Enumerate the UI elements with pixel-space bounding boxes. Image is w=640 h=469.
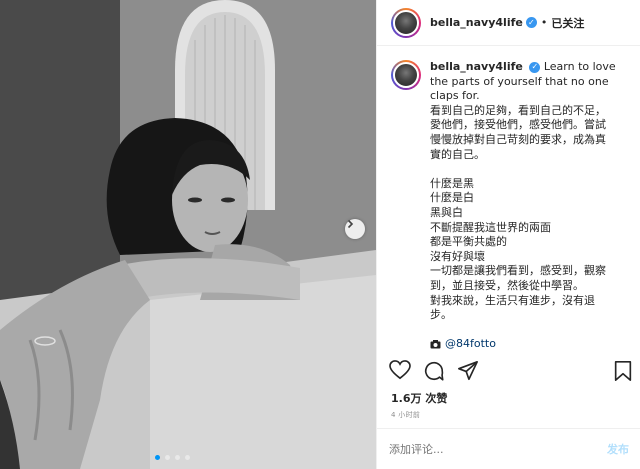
follow-status-button[interactable]: 已关注 bbox=[551, 15, 584, 31]
bookmark-icon[interactable] bbox=[613, 360, 633, 382]
caption-username[interactable]: bella_navy4life bbox=[430, 60, 523, 73]
caption: bella_navy4life ✓ Learn to love the part… bbox=[391, 60, 631, 350]
caption-avatar[interactable] bbox=[391, 60, 421, 90]
verified-badge-icon: ✓ bbox=[525, 17, 537, 28]
share-icon[interactable] bbox=[457, 360, 479, 382]
caption-line: 什麼是黑 bbox=[430, 176, 474, 190]
caption-line: 黑與白 bbox=[430, 205, 463, 219]
comment-input[interactable] bbox=[389, 442, 607, 456]
caption-line: 步。 bbox=[430, 308, 452, 322]
separator: • bbox=[540, 16, 548, 29]
caption-line: 實的自己。 bbox=[430, 147, 485, 161]
photo-credit: @84fotto bbox=[430, 337, 630, 350]
photo-illustration bbox=[0, 0, 376, 469]
action-bar bbox=[387, 360, 637, 386]
camera-icon bbox=[430, 339, 441, 349]
header-username[interactable]: bella_navy4life bbox=[430, 16, 523, 29]
caption-line: 什麼是白 bbox=[430, 191, 474, 205]
caption-line: 一切都是讓我們看到，感受到，觀察 bbox=[430, 264, 606, 278]
post-photo[interactable] bbox=[0, 0, 376, 469]
heart-icon[interactable] bbox=[389, 360, 411, 380]
carousel-dots bbox=[155, 455, 190, 460]
caption-line: 對我來說，生活只有進步，沒有退 bbox=[430, 293, 595, 307]
next-photo-button[interactable] bbox=[345, 219, 365, 239]
chevron-right-icon bbox=[347, 219, 354, 229]
carousel-dot bbox=[175, 455, 180, 460]
caption-line: 都是平衡共處的 bbox=[430, 235, 507, 249]
avatar[interactable] bbox=[391, 7, 421, 38]
carousel-dot bbox=[165, 455, 170, 460]
post-header: bella_navy4life ✓ • 已关注 bbox=[377, 0, 640, 46]
post-timestamp[interactable]: 4 小时前 bbox=[391, 410, 420, 420]
caption-line: 慢慢放掉對自己苛刻的要求，成為真 bbox=[430, 132, 606, 146]
verified-badge-icon: ✓ bbox=[529, 61, 541, 73]
comment-icon[interactable] bbox=[423, 360, 445, 382]
carousel-dot bbox=[155, 455, 160, 460]
caption-line: 不斷提醒我這世界的兩面 bbox=[430, 220, 551, 234]
caption-line: 愛他們，接受他們，感受他們。嘗試 bbox=[430, 118, 606, 132]
caption-line: 沒有好與壞 bbox=[430, 249, 485, 263]
post-side-panel: bella_navy4life ✓ • 已关注 bella_navy4life … bbox=[376, 0, 640, 469]
post-comment-button[interactable]: 发布 bbox=[607, 441, 629, 457]
credit-mention-link[interactable]: @84fotto bbox=[445, 337, 496, 350]
caption-line: 到，並且接受，然後從中學習。 bbox=[430, 278, 584, 292]
comment-bar: 发布 bbox=[377, 428, 640, 469]
caption-line: 看到自己的足夠，看到自己的不足， bbox=[430, 103, 606, 117]
caption-text: bella_navy4life ✓ Learn to love the part… bbox=[430, 60, 630, 350]
like-count[interactable]: 1.6万 次赞 bbox=[391, 390, 447, 406]
carousel-dot bbox=[185, 455, 190, 460]
